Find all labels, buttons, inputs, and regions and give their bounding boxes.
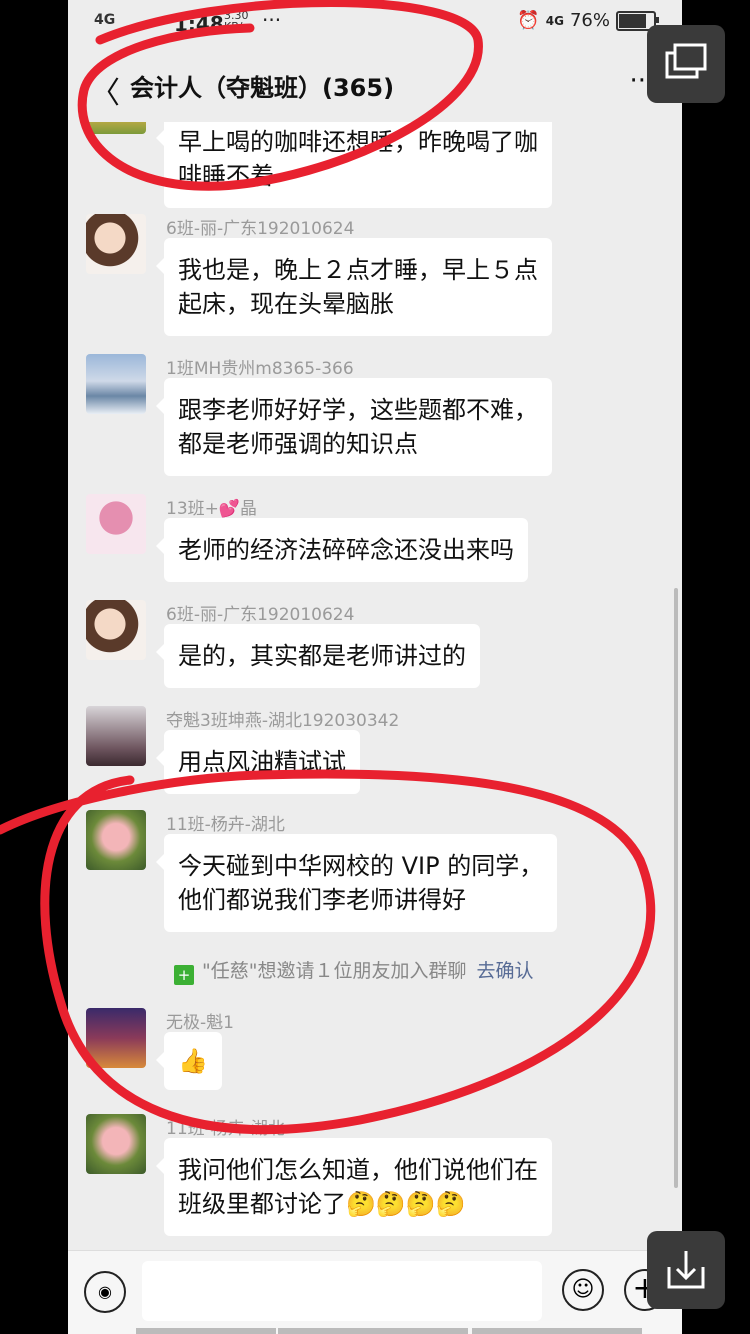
system-notice: + "任慈"想邀请１位朋友加入群聊 去确认 xyxy=(174,956,534,985)
battery-fill xyxy=(619,13,647,28)
message-bubble[interactable]: 今天碰到中华网校的 VIP 的同学， 他们都说我们李老师讲得好 xyxy=(155,834,558,932)
sender-name: 6班-丽-广东192010624 xyxy=(166,605,355,625)
message-bubble[interactable]: 我问他们怎么知道，他们说他们在 班级里都讨论了🤔🤔🤔🤔 xyxy=(156,1138,552,1236)
notification-dots: ··· xyxy=(262,8,282,32)
confirm-link[interactable]: 去确认 xyxy=(476,960,533,982)
battery-percent: 76% xyxy=(569,10,610,31)
chat-header: 〈 会计人（夺魁班）(365) ·· xyxy=(68,46,682,122)
thumbs-up-icon: 👍 xyxy=(178,1047,208,1075)
avatar[interactable] xyxy=(86,810,146,870)
message-input[interactable] xyxy=(142,1261,542,1321)
emoji-icon[interactable]: ☺ xyxy=(562,1269,604,1311)
nav-indicator xyxy=(278,1328,468,1334)
message-bubble[interactable]: 👍 xyxy=(156,1032,222,1090)
avatar[interactable] xyxy=(86,600,146,660)
chat-screen: 4G 1:48 3.30 KB/s ··· ⏰ 4G 76% 〈 会计人（夺魁班）… xyxy=(68,0,682,1334)
message-line: 班级里都讨论了🤔🤔🤔🤔 xyxy=(178,1190,466,1218)
message-bubble[interactable]: 我也是，晚上２点才睡，早上５点 起床，现在头晕脑胀 xyxy=(156,238,552,336)
chat-title: 会计人（夺魁班）(365) xyxy=(130,74,395,102)
multi-window-button[interactable] xyxy=(647,25,725,103)
net-speed-unit: KB/s xyxy=(224,20,249,33)
avatar[interactable] xyxy=(86,354,146,414)
mobile-network-icon: 4G xyxy=(545,13,564,28)
sender-name: 11班-杨卉-湖北 xyxy=(166,815,285,835)
avatar[interactable] xyxy=(86,1114,146,1174)
sender-name: 13班+💕晶 xyxy=(166,499,258,519)
avatar[interactable] xyxy=(86,1008,146,1068)
message-line: 我问他们怎么知道，他们说他们在 xyxy=(178,1156,538,1184)
sender-name: 夺魁3班坤燕-湖北192030342 xyxy=(166,711,400,731)
message-line: 都是老师强调的知识点 xyxy=(178,430,418,458)
message-bubble[interactable]: 跟李老师好好学，这些题都不难， 都是老师强调的知识点 xyxy=(156,378,552,476)
sender-name: 无极-魁1 xyxy=(166,1013,234,1033)
message-list[interactable]: 早上喝的咖啡还想睡，昨晚喝了咖 啡睡不着 6班-丽-广东192010624 我也… xyxy=(68,122,682,1250)
alarm-icon: ⏰ xyxy=(517,10,540,31)
message-line: 起床，现在头晕脑胀 xyxy=(178,290,394,318)
windows-icon xyxy=(665,43,707,79)
avatar[interactable] xyxy=(86,494,146,554)
back-icon[interactable]: 〈 xyxy=(90,68,120,112)
sender-name: 11班-杨卉-湖北 xyxy=(166,1119,285,1139)
status-bar: 4G 1:48 3.30 KB/s ··· ⏰ 4G 76% xyxy=(68,0,682,46)
more-icon[interactable]: ·· xyxy=(629,66,646,96)
message-bubble[interactable]: 早上喝的咖啡还想睡，昨晚喝了咖 啡睡不着 xyxy=(156,122,552,208)
input-bar: ◉ ☺ + xyxy=(68,1250,682,1334)
save-download-button[interactable] xyxy=(647,1231,725,1309)
nav-indicator xyxy=(136,1328,276,1334)
clock: 1:48 xyxy=(174,12,224,36)
message-line: 跟李老师好好学，这些题都不难， xyxy=(178,396,538,424)
message-line: 用点风油精试试 xyxy=(178,748,346,776)
voice-icon[interactable]: ◉ xyxy=(84,1271,126,1313)
message-line: 是的，其实都是老师讲过的 xyxy=(178,642,466,670)
status-right: ⏰ 4G 76% xyxy=(517,10,659,31)
sender-name: 1班MH贵州m8365-366 xyxy=(166,359,354,379)
message-bubble[interactable]: 是的，其实都是老师讲过的 xyxy=(156,624,480,688)
message-line: 啡睡不着 xyxy=(178,162,274,190)
message-line: 我也是，晚上２点才睡，早上５点 xyxy=(178,256,538,284)
system-notice-text: "任慈"想邀请１位朋友加入群聊 xyxy=(202,960,467,982)
message-line: 早上喝的咖啡还想睡，昨晚喝了咖 xyxy=(178,128,538,156)
message-bubble[interactable]: 老师的经济法碎碎念还没出来吗 xyxy=(156,518,528,582)
message-line: 他们都说我们李老师讲得好 xyxy=(178,886,466,914)
download-icon xyxy=(667,1251,705,1289)
message-bubble[interactable]: 用点风油精试试 xyxy=(156,730,360,794)
message-line: 老师的经济法碎碎念还没出来吗 xyxy=(178,536,514,564)
avatar[interactable] xyxy=(86,214,146,274)
sender-name: 6班-丽-广东192010624 xyxy=(166,219,355,239)
add-member-icon: + xyxy=(174,965,194,985)
avatar[interactable] xyxy=(86,122,146,134)
net-speed: 3.30 KB/s xyxy=(224,10,249,32)
network-indicator: 4G xyxy=(94,12,116,28)
scrollbar[interactable] xyxy=(674,588,678,1188)
message-line: 今天碰到中华网校的 VIP 的同学， xyxy=(178,852,544,880)
avatar[interactable] xyxy=(86,706,146,766)
nav-indicator xyxy=(472,1328,642,1334)
